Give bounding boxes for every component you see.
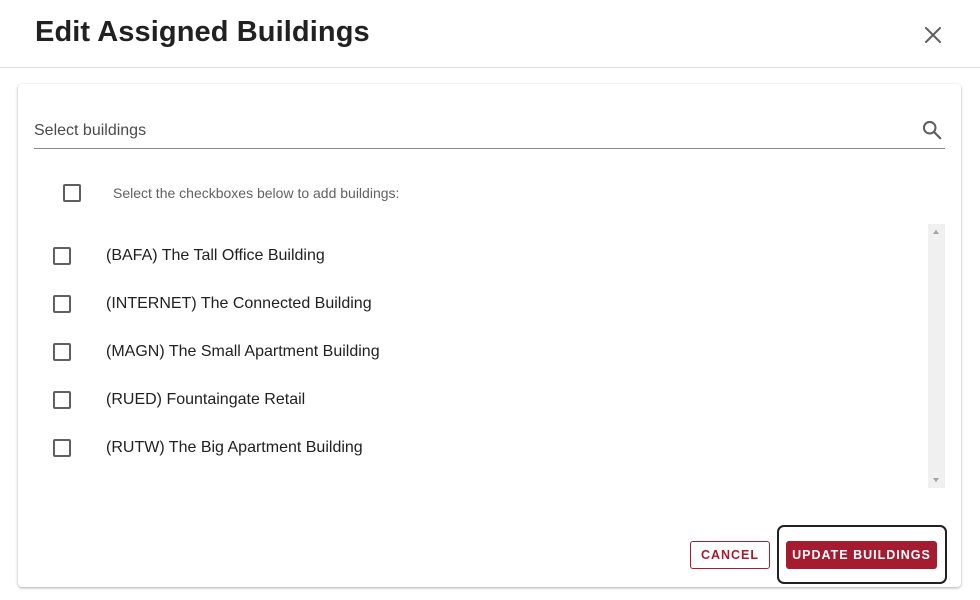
close-icon (925, 27, 941, 43)
select-all-checkbox[interactable] (63, 184, 81, 202)
building-checkbox[interactable] (53, 391, 71, 409)
building-checkbox[interactable] (53, 247, 71, 265)
search-icon[interactable] (921, 119, 943, 141)
list-item[interactable]: (RUTW) The Big Apartment Building (34, 424, 924, 472)
list-item[interactable]: (INTERNET) The Connected Building (34, 280, 924, 328)
building-label: (INTERNET) The Connected Building (106, 295, 372, 312)
search-field (34, 112, 945, 149)
building-label: (BAFA) The Tall Office Building (106, 247, 325, 264)
list-item[interactable]: (BAFA) The Tall Office Building (34, 232, 924, 280)
building-label: (RUTW) The Big Apartment Building (106, 439, 363, 456)
search-input[interactable] (34, 118, 904, 144)
list-item[interactable]: (RUED) Fountaingate Retail (34, 376, 924, 424)
dialog-header: Edit Assigned Buildings (0, 0, 980, 68)
building-checkbox[interactable] (53, 295, 71, 313)
scroll-up-arrow-icon[interactable] (933, 230, 939, 234)
scroll-down-arrow-icon[interactable] (933, 478, 939, 482)
cancel-button[interactable]: CANCEL (690, 541, 770, 569)
building-checkbox[interactable] (53, 343, 71, 361)
dialog-title: Edit Assigned Buildings (35, 16, 370, 48)
update-buildings-button[interactable]: UPDATE BUILDINGS (786, 541, 937, 569)
building-label: (RUED) Fountaingate Retail (106, 391, 306, 408)
building-checkbox[interactable] (53, 439, 71, 457)
building-label: (MAGN) The Small Apartment Building (106, 343, 380, 360)
close-button[interactable] (918, 20, 948, 50)
list-scrollbar[interactable] (928, 224, 945, 488)
buildings-card: Select the checkboxes below to add build… (18, 84, 961, 587)
select-hint: Select the checkboxes below to add build… (113, 185, 400, 201)
list-item[interactable]: (MAGN) The Small Apartment Building (34, 328, 924, 376)
buildings-list: (BAFA) The Tall Office Building (INTERNE… (34, 224, 945, 488)
select-all-row: Select the checkboxes below to add build… (63, 184, 399, 202)
